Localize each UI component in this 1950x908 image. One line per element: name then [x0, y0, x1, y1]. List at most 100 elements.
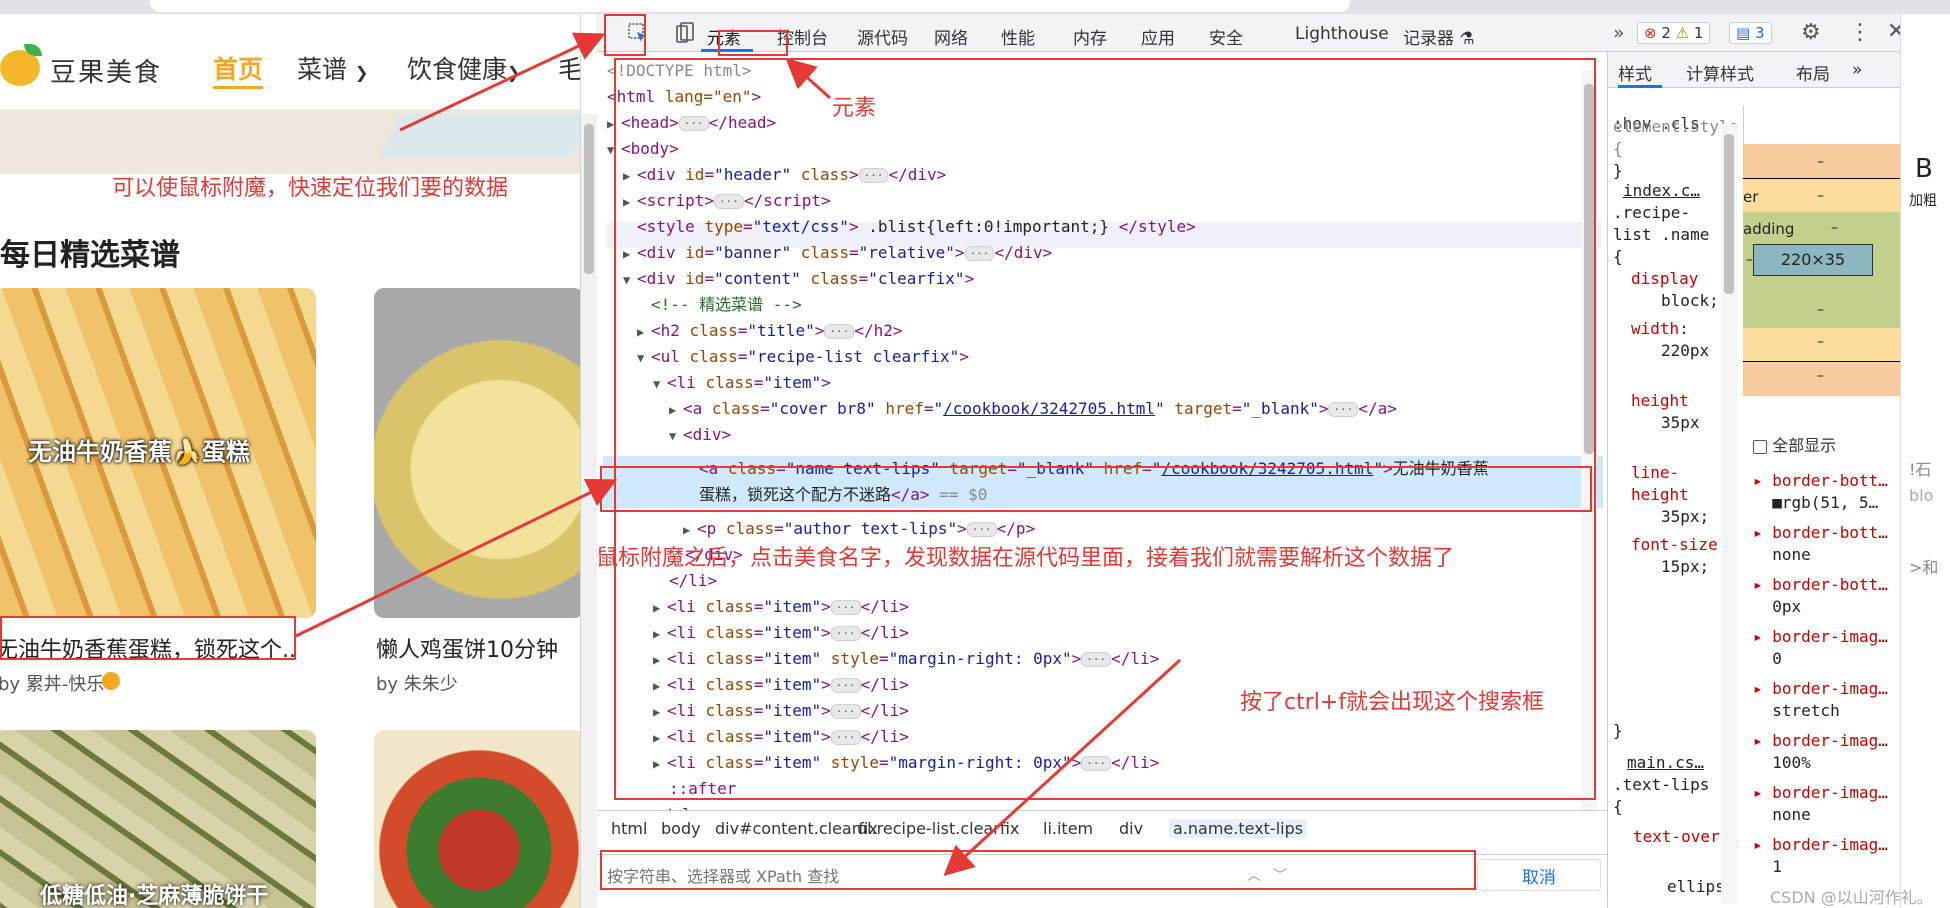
- rule-source-link[interactable]: index.c…: [1623, 180, 1700, 202]
- computed-prop[interactable]: ▸ border-imag… 100%: [1753, 730, 1888, 774]
- computed-prop[interactable]: ▸ border-imag… none: [1753, 782, 1888, 826]
- site-logo[interactable]: 豆果美食: [0, 44, 170, 88]
- computed-prop-name: border-imag…: [1772, 679, 1888, 698]
- computed-prop-value: none: [1772, 805, 1811, 824]
- breadcrumb-item[interactable]: body: [661, 819, 701, 838]
- margin-value: –: [1817, 154, 1824, 170]
- rule-close: }: [1613, 161, 1623, 180]
- tab-application[interactable]: 应用: [1141, 24, 1175, 49]
- decl-val: block;: [1661, 291, 1719, 310]
- rule-open: {: [1613, 796, 1623, 818]
- padding-bottom-value: –: [1817, 302, 1824, 318]
- section-title: 每日精选菜谱: [0, 238, 180, 273]
- warning-icon: ⚠: [1675, 24, 1690, 42]
- computed-prop-value: stretch: [1772, 701, 1840, 720]
- brace: {: [1613, 797, 1623, 816]
- computed-prop[interactable]: ▸ border-imag… stretch: [1753, 678, 1888, 722]
- tab-layout[interactable]: 布局: [1796, 60, 1830, 85]
- tab-memory[interactable]: 内存: [1073, 24, 1107, 49]
- nav-active-underline: [213, 86, 263, 89]
- breadcrumb-item[interactable]: li.item: [1043, 819, 1093, 838]
- recipe-card-title[interactable]: 懒人鸡蛋饼10分钟: [376, 632, 558, 664]
- nav-health-label: 饮食健康: [407, 55, 508, 84]
- warning-count: 1: [1693, 24, 1704, 42]
- recipe-card-image[interactable]: [374, 288, 580, 618]
- tab-lighthouse[interactable]: Lighthouse: [1295, 24, 1389, 44]
- source-main-css[interactable]: main.cs…: [1627, 753, 1704, 772]
- breadcrumb-item-active[interactable]: a.name.text-lips: [1169, 819, 1308, 838]
- computed-prop[interactable]: ▸ border-bott… ■rgb(51, 5…: [1753, 470, 1888, 514]
- annotation-box-recipe-title: [0, 616, 296, 660]
- tab-recorder[interactable]: 记录器 ⚗: [1403, 24, 1475, 49]
- site-header: 豆果美食 首页 菜谱 ❯ 饮食健康❯ 毛: [0, 14, 580, 110]
- decl-prop: line-height: [1631, 463, 1689, 504]
- declaration[interactable]: line-height 35px;: [1631, 462, 1721, 528]
- box-model-content[interactable]: 220×35: [1753, 244, 1873, 276]
- screenshot-root: 豆果美食 首页 菜谱 ❯ 饮食健康❯ 毛 可以使鼠标附魔，快速定位我们要的数据 …: [0, 0, 1950, 908]
- selector-part: .recipe-: [1613, 203, 1691, 222]
- computed-prop-name: border-imag…: [1772, 783, 1888, 802]
- decl-prop: display: [1631, 269, 1699, 288]
- breadcrumb-item[interactable]: html: [611, 819, 647, 838]
- decl-val: 220px: [1661, 341, 1710, 360]
- page-scrollbar-thumb[interactable]: [584, 124, 594, 274]
- tab-computed[interactable]: 计算样式: [1686, 60, 1754, 85]
- annotation-elements-label: 元素: [832, 96, 877, 121]
- messages-badge[interactable]: ▤ 3: [1729, 22, 1772, 44]
- decl-val: 15px;: [1661, 557, 1710, 576]
- declaration[interactable]: display block;: [1631, 268, 1721, 312]
- tab-performance[interactable]: 性能: [1001, 24, 1035, 49]
- breadcrumb-item[interactable]: ul.recipe-list.clearfix: [857, 819, 1019, 838]
- rule-selector: .recipe-: [1613, 202, 1690, 224]
- recipe-card-author[interactable]: by 朱朱少: [376, 670, 458, 696]
- tab-network[interactable]: 网络: [934, 24, 968, 49]
- rule-declarations: display block; width: 220px height 35px lin…: [1631, 268, 1721, 578]
- device-toolbar-icon[interactable]: [675, 22, 695, 44]
- computed-prop-value: ■rgb(51, 5…: [1772, 493, 1879, 512]
- decl-prop: font-size: [1631, 535, 1718, 554]
- tab-sources[interactable]: 源代码: [857, 24, 908, 49]
- styles-scrollbar-thumb[interactable]: [1724, 134, 1734, 294]
- decl-prop: height: [1631, 391, 1689, 410]
- declaration[interactable]: height 35px: [1631, 390, 1721, 434]
- decl-val: ellips: [1667, 877, 1725, 896]
- tab-styles[interactable]: 样式: [1618, 60, 1652, 85]
- breadcrumb-item[interactable]: div#content.clearfix: [715, 819, 878, 838]
- address-bar[interactable]: [150, 0, 1350, 12]
- declaration[interactable]: font-size 15px;: [1631, 534, 1721, 578]
- more-tabs-button[interactable]: »: [1852, 60, 1862, 80]
- nav-recipes-label: 菜谱: [297, 55, 348, 84]
- declaration[interactable]: width: 220px: [1631, 318, 1721, 362]
- padding-label: adding: [1743, 220, 1795, 238]
- gear-icon[interactable]: ⚙: [1801, 20, 1821, 45]
- recipe-card-author[interactable]: by 累丼-快乐: [0, 670, 104, 696]
- nav-health[interactable]: 饮食健康❯: [407, 50, 520, 86]
- brace: }: [1613, 721, 1623, 740]
- checkbox[interactable]: [1753, 439, 1767, 454]
- computed-prop[interactable]: ▸ border-bott… none: [1753, 522, 1888, 566]
- declaration-value: ellips: [1667, 876, 1725, 898]
- computed-prop-name: border-imag…: [1772, 627, 1888, 646]
- computed-prop[interactable]: ▸ border-bott… 0px: [1753, 574, 1888, 618]
- tab-security[interactable]: 安全: [1209, 24, 1243, 49]
- breadcrumb-item[interactable]: div: [1119, 819, 1143, 838]
- kebab-menu-icon[interactable]: ⋮: [1849, 20, 1871, 45]
- cancel-button[interactable]: 取消: [1477, 859, 1601, 891]
- nav-recipes[interactable]: 菜谱 ❯: [297, 50, 368, 86]
- recipe-card-image[interactable]: [374, 730, 580, 908]
- rule-source-link[interactable]: main.cs…: [1627, 752, 1704, 774]
- show-all-toggle[interactable]: 全部显示: [1753, 432, 1836, 456]
- rule-selector: list .name: [1613, 224, 1709, 246]
- bold-button[interactable]: B: [1915, 154, 1933, 184]
- computed-prop[interactable]: ▸ border-imag… 0: [1753, 626, 1888, 670]
- nav-home[interactable]: 首页: [213, 50, 263, 86]
- website-viewport: 豆果美食 首页 菜谱 ❯ 饮食健康❯ 毛 可以使鼠标附魔，快速定位我们要的数据 …: [0, 14, 580, 908]
- issues-badge[interactable]: ⊗ 2 ⚠ 1: [1637, 22, 1711, 44]
- more-tabs-button[interactable]: »: [1613, 22, 1625, 44]
- source-index-css[interactable]: index.c…: [1623, 181, 1700, 200]
- computed-prop-value: 1: [1772, 857, 1782, 876]
- computed-prop[interactable]: ▸ border-imag… 1: [1753, 834, 1888, 878]
- computed-prop-value: none: [1772, 545, 1811, 564]
- annotation-hover-hint: 可以使鼠标附魔，快速定位我们要的数据: [112, 176, 509, 201]
- nav-more[interactable]: 毛: [558, 50, 580, 86]
